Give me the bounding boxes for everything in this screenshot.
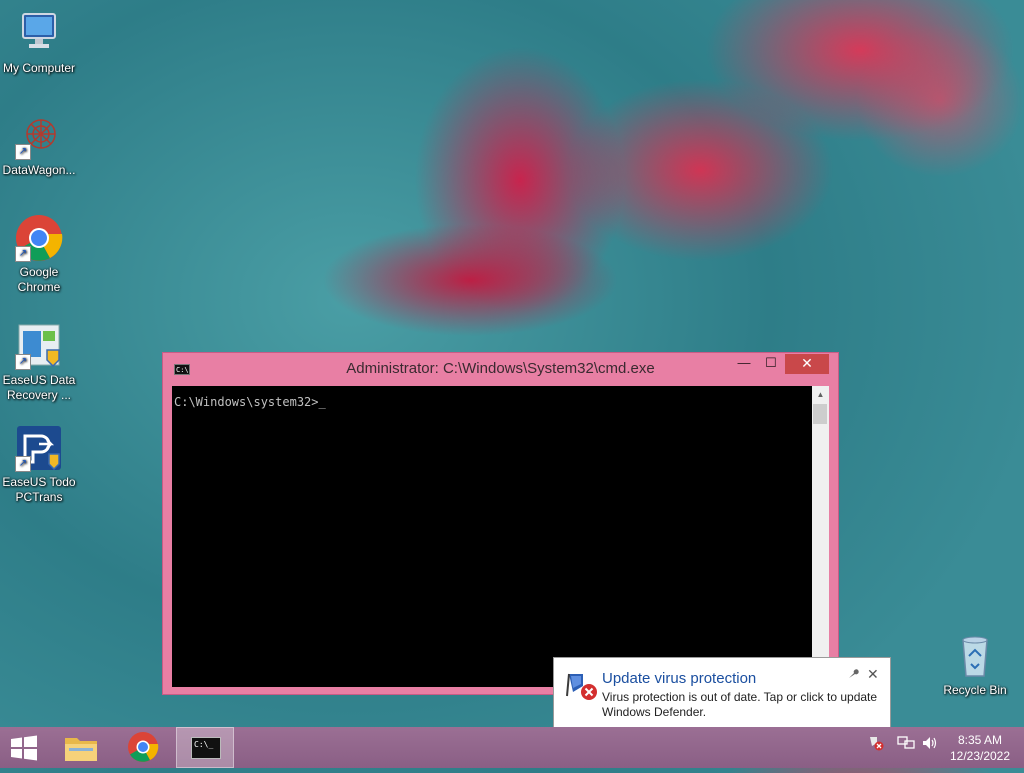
close-button[interactable]: ✕: [785, 354, 829, 374]
folder-icon: [65, 738, 97, 761]
windows-logo-icon: [11, 735, 37, 761]
wrench-icon[interactable]: [847, 668, 859, 683]
clock-date: 12/23/2022: [949, 749, 1011, 763]
desktop-icon-label: EaseUS Data Recovery ...: [2, 373, 76, 402]
taskbar-chrome[interactable]: [118, 727, 168, 768]
recycle-bin-icon: [951, 632, 999, 680]
notification-title: Update virus protection: [602, 670, 757, 687]
taskbar-cmd[interactable]: C:\_: [176, 727, 234, 768]
defender-notification[interactable]: Update virus protection Virus protection…: [553, 657, 891, 742]
clock-time: 8:35 AM: [957, 733, 1003, 747]
defender-tray-icon[interactable]: [868, 735, 884, 754]
desktop-icon-label: My Computer: [2, 61, 76, 75]
cmd-window[interactable]: C:\ Administrator: C:\Windows\System32\c…: [162, 352, 839, 695]
taskbar: C:\_ 8:35 AM 12/23/2022: [0, 727, 1024, 768]
desktop-icon-label: Recycle Bin: [943, 683, 1007, 697]
notification-close-button[interactable]: ✕: [867, 666, 879, 683]
cmd-prompt: C:\Windows\system32>: [174, 395, 319, 409]
cmd-icon: C:\_: [191, 737, 221, 759]
scroll-thumb[interactable]: [813, 404, 827, 424]
easeus-pctrans-icon: ↗: [15, 424, 63, 472]
datawagon-icon: ↗: [15, 112, 63, 160]
shortcut-arrow-icon: ↗: [15, 246, 31, 262]
taskbar-clock[interactable]: 8:35 AM 12/23/2022: [940, 732, 1020, 764]
desktop-icon-google-chrome[interactable]: ↗ Google Chrome: [0, 214, 78, 295]
easeus-recovery-icon: ↗: [15, 322, 63, 370]
desktop-icon-easeus-data-recovery[interactable]: ↗ EaseUS Data Recovery ...: [0, 322, 78, 403]
computer-icon: [15, 10, 63, 58]
defender-warning-shield-icon: [565, 670, 599, 702]
desktop-icon-label: EaseUS Todo PCTrans: [2, 475, 76, 504]
maximize-button[interactable]: ☐: [758, 354, 784, 374]
desktop-icon-my-computer[interactable]: My Computer: [0, 10, 78, 76]
chrome-icon: [128, 732, 159, 762]
notification-body: Virus protection is out of date. Tap or …: [602, 690, 878, 719]
network-icon[interactable]: [897, 735, 915, 754]
desktop-icon-recycle-bin[interactable]: Recycle Bin: [936, 632, 1014, 698]
cmd-console[interactable]: C:\Windows\system32>_: [172, 386, 812, 687]
cmd-cursor: _: [318, 395, 326, 409]
desktop-icon-datawagon[interactable]: ↗ DataWagon...: [0, 112, 78, 178]
desktop-icon-label: Google Chrome: [17, 265, 61, 294]
cmd-titlebar[interactable]: C:\ Administrator: C:\Windows\System32\c…: [163, 353, 838, 383]
desktop-icon-easeus-todo-pctrans[interactable]: ↗ EaseUS Todo PCTrans: [0, 424, 78, 505]
chrome-icon: ↗: [15, 214, 63, 262]
taskbar-file-explorer[interactable]: [56, 727, 106, 768]
desktop-icon-label: DataWagon...: [2, 163, 76, 177]
scroll-up-arrow-icon[interactable]: ▲: [812, 386, 829, 403]
start-button[interactable]: [0, 727, 48, 768]
shortcut-arrow-icon: ↗: [15, 144, 31, 160]
shortcut-arrow-icon: ↗: [15, 354, 31, 370]
cmd-scrollbar[interactable]: ▲ ▼: [812, 386, 829, 687]
shortcut-arrow-icon: ↗: [15, 456, 31, 472]
minimize-button[interactable]: —: [731, 354, 757, 374]
volume-icon[interactable]: [921, 735, 939, 754]
